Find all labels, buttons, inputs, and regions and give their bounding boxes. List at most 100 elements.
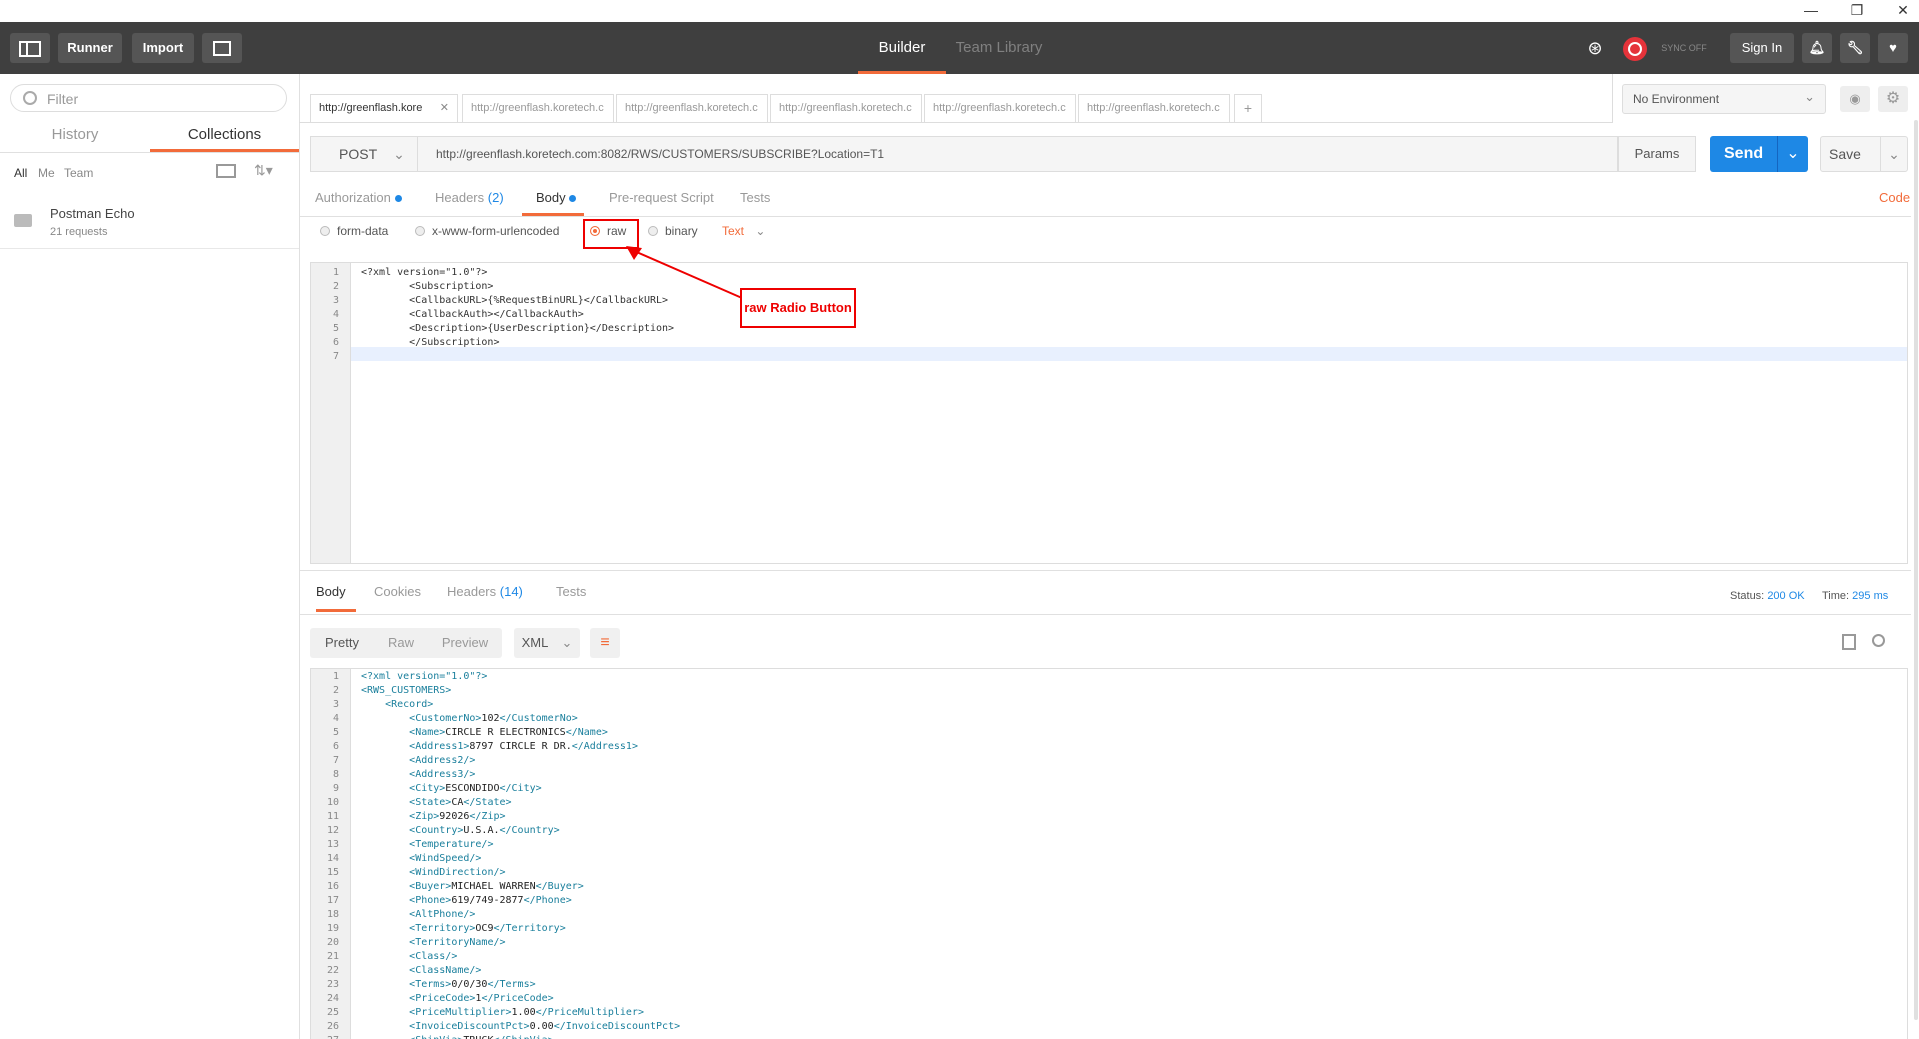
format-select[interactable]: XML ⌄ bbox=[514, 628, 580, 658]
gear-icon[interactable]: ⚙ bbox=[1878, 86, 1908, 112]
request-tab[interactable]: http://greenflash.koretech.c bbox=[462, 94, 614, 122]
code-link[interactable]: Code bbox=[1879, 186, 1910, 216]
interceptor-icon[interactable]: ⊛ bbox=[1578, 33, 1612, 63]
scrollbar[interactable] bbox=[1914, 120, 1918, 1020]
request-tab[interactable]: http://greenflash.kore ✕ bbox=[310, 94, 458, 122]
status-dot bbox=[569, 195, 577, 202]
radio-binary[interactable]: binary bbox=[648, 224, 698, 238]
time-value: 295 ms bbox=[1852, 590, 1889, 602]
xml-line: <Address1>8797 CIRCLE R DR.</Address1> bbox=[409, 741, 638, 752]
sign-in-button[interactable]: Sign In bbox=[1730, 33, 1794, 63]
xml-line: <?xml version="1.0"?> bbox=[361, 671, 488, 682]
folder-icon bbox=[14, 214, 32, 227]
line-number: 22 bbox=[326, 965, 339, 976]
response-body-viewer[interactable]: 1 <?xml version="1.0"?> 2 <RWS_CUSTOMERS> 3 … bbox=[310, 668, 1908, 1039]
annotation-arrow bbox=[626, 246, 743, 299]
runner-button[interactable]: Runner bbox=[58, 33, 122, 63]
response-tab-body[interactable]: Body bbox=[316, 584, 356, 612]
tab-collections[interactable]: Collections bbox=[150, 118, 299, 152]
radio-form-data[interactable]: form-data bbox=[320, 224, 388, 238]
xml-line: <Class/> bbox=[409, 951, 458, 962]
url-input[interactable]: http://greenflash.koretech.com:8082/RWS/… bbox=[418, 136, 1618, 172]
wrap-lines-icon[interactable]: ≡ bbox=[590, 628, 620, 658]
sort-icon[interactable]: ⇅▾ bbox=[254, 162, 273, 179]
filter-team[interactable]: Team bbox=[64, 166, 93, 180]
add-tab-button[interactable]: + bbox=[1234, 94, 1262, 122]
xml-line: <AltPhone/> bbox=[409, 909, 476, 920]
xml-line: <CustomerNo>102</CustomerNo> bbox=[409, 713, 578, 724]
filter-me[interactable]: Me bbox=[38, 166, 55, 180]
body-type-select[interactable]: Text ⌄ bbox=[722, 224, 765, 238]
radio-label: binary bbox=[665, 224, 698, 238]
method-label: POST bbox=[339, 146, 378, 162]
bell-icon[interactable]: 🔔︎ bbox=[1802, 33, 1832, 63]
xml-line: <Terms>0/0/30</Terms> bbox=[409, 979, 536, 990]
minimize-button[interactable]: — bbox=[1788, 0, 1834, 22]
response-tab-cookies[interactable]: Cookies bbox=[374, 584, 421, 599]
copy-icon[interactable] bbox=[1842, 634, 1856, 650]
tab-history[interactable]: History bbox=[0, 118, 150, 152]
chevron-down-icon: ⌄ bbox=[755, 224, 766, 238]
send-button[interactable]: Send ⌄ bbox=[1710, 136, 1808, 172]
search-icon[interactable] bbox=[1872, 634, 1885, 647]
tab-tests[interactable]: Tests bbox=[740, 186, 770, 216]
view-raw[interactable]: Raw bbox=[374, 628, 428, 658]
request-body-editor[interactable]: 1 <?xml version="1.0"?> 2 <Subscription> 3 … bbox=[310, 262, 1908, 564]
response-status: Status: 200 OK bbox=[1730, 590, 1805, 602]
sidebar-toggle-button[interactable] bbox=[10, 33, 50, 63]
restore-button[interactable]: ❐ bbox=[1834, 0, 1880, 22]
status-dot bbox=[394, 195, 402, 202]
environment-select[interactable]: No Environment ⌄ bbox=[1622, 84, 1826, 114]
active-line bbox=[351, 347, 1907, 361]
view-pretty[interactable]: Pretty bbox=[310, 628, 374, 658]
line-number: 15 bbox=[326, 867, 339, 878]
app-header: Runner Import Builder Team Library ⊛ SYN… bbox=[0, 22, 1919, 74]
wrench-icon[interactable]: 🔧︎ bbox=[1840, 33, 1870, 63]
request-tab[interactable]: http://greenflash.koretech.c bbox=[770, 94, 922, 122]
line-number: 3 bbox=[332, 295, 339, 306]
tab-builder[interactable]: Builder bbox=[858, 22, 946, 74]
tab-headers[interactable]: Headers (2) bbox=[435, 186, 504, 216]
new-collection-icon[interactable] bbox=[216, 164, 236, 178]
tab-authorization[interactable]: Authorization bbox=[315, 186, 402, 216]
xml-line: <ShipVia>TRUCK</ShipVia> bbox=[361, 1035, 554, 1039]
method-select[interactable]: POST ⌄ bbox=[310, 136, 418, 172]
xml-line: <Name>CIRCLE R ELECTRONICS</Name> bbox=[409, 727, 608, 738]
import-button[interactable]: Import bbox=[132, 33, 194, 63]
chevron-down-icon[interactable]: ⌄ bbox=[1777, 136, 1808, 172]
chevron-down-icon[interactable]: ⌄ bbox=[1880, 137, 1907, 171]
line-number: 25 bbox=[326, 1007, 339, 1018]
new-tab-button[interactable] bbox=[202, 33, 242, 63]
environment-label: No Environment bbox=[1633, 92, 1720, 106]
sync-icon[interactable] bbox=[1620, 33, 1650, 63]
save-button[interactable]: Save ⌄ bbox=[1820, 136, 1908, 172]
body-type-label: Text bbox=[722, 224, 745, 238]
response-tab-headers[interactable]: Headers (14) bbox=[447, 584, 523, 599]
tab-prerequest[interactable]: Pre-request Script bbox=[609, 186, 714, 216]
view-preview[interactable]: Preview bbox=[428, 628, 502, 658]
xml-line: <Zip>92026</Zip> bbox=[409, 811, 506, 822]
response-tab-tests[interactable]: Tests bbox=[556, 584, 586, 599]
line-number: 4 bbox=[332, 713, 339, 724]
line-number: 2 bbox=[332, 685, 339, 696]
request-tab[interactable]: http://greenflash.koretech.c bbox=[924, 94, 1076, 122]
request-tab[interactable]: http://greenflash.koretech.c bbox=[616, 94, 768, 122]
line-number: 11 bbox=[326, 811, 339, 822]
line-number: 10 bbox=[326, 797, 339, 808]
heart-icon[interactable]: ♥ bbox=[1878, 33, 1908, 63]
filter-input[interactable]: Filter bbox=[10, 84, 287, 112]
xml-line: <State>CA</State> bbox=[409, 797, 512, 808]
radio-urlencoded[interactable]: x-www-form-urlencoded bbox=[415, 224, 559, 238]
collection-name: Postman Echo bbox=[50, 206, 135, 221]
tab-team-library[interactable]: Team Library bbox=[946, 22, 1052, 74]
close-button[interactable]: ✕ bbox=[1880, 0, 1919, 22]
code-line: <CallbackAuth></CallbackAuth> bbox=[361, 309, 584, 320]
eye-icon[interactable]: ◉ bbox=[1840, 86, 1870, 112]
request-tab[interactable]: http://greenflash.koretech.c bbox=[1078, 94, 1230, 122]
close-icon[interactable]: ✕ bbox=[440, 95, 449, 121]
tab-body[interactable]: Body bbox=[522, 186, 584, 216]
line-number: 18 bbox=[326, 909, 339, 920]
params-button[interactable]: Params bbox=[1618, 136, 1696, 172]
collection-item[interactable]: Postman Echo 21 requests bbox=[0, 194, 299, 249]
filter-all[interactable]: All bbox=[14, 166, 27, 180]
